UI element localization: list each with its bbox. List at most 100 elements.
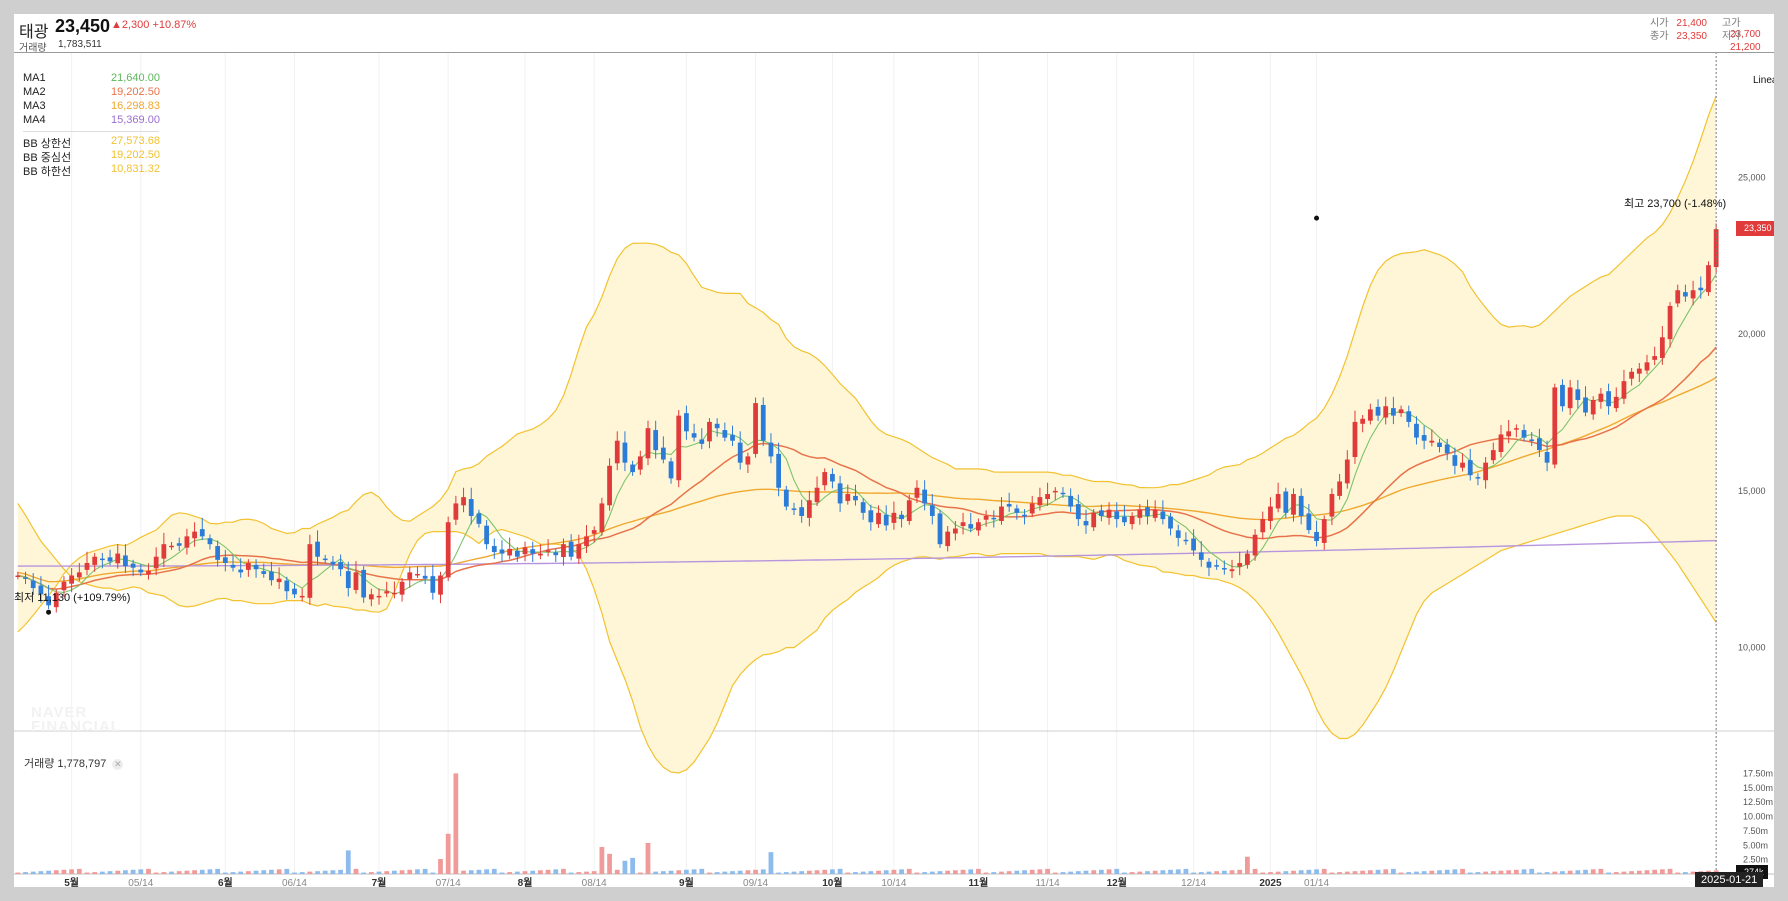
chart-panel: 10,000 15,000 20,000 25,000 2.50m 5.00m 7.50m 1… — [14, 14, 1774, 887]
volume-bar — [284, 868, 290, 874]
volume-bar — [576, 872, 582, 874]
candle-body — [883, 514, 889, 526]
volume-bar — [1291, 870, 1296, 874]
volume-bar — [1475, 872, 1481, 874]
candle-body — [422, 575, 428, 579]
volume-bar — [1444, 869, 1450, 874]
candle-body — [614, 440, 620, 464]
legend-ma4[interactable]: MA4 15,369.00 — [23, 114, 163, 128]
volume-bar — [161, 872, 167, 874]
volume-bar — [1114, 868, 1120, 874]
volume-bar — [1598, 868, 1604, 874]
volume-bar — [1337, 872, 1342, 874]
candle-body — [660, 447, 666, 460]
scale-mode-dropdown[interactable]: Linear⌄ — [1753, 75, 1774, 86]
candle-body — [622, 442, 628, 463]
candle-body — [522, 547, 528, 555]
volume-bar — [222, 872, 228, 874]
candle-body — [937, 513, 943, 545]
candle-body — [276, 578, 282, 583]
candle-body — [1437, 442, 1442, 447]
candle-body — [1022, 514, 1027, 517]
volume-bar — [522, 871, 528, 874]
volume-bar — [1398, 872, 1404, 874]
candle-body — [730, 435, 735, 441]
volume-bar — [676, 870, 682, 874]
volume-bar — [253, 870, 259, 874]
candle-body — [1083, 520, 1089, 526]
candle-body — [1221, 568, 1227, 570]
candle-body — [791, 508, 797, 510]
candle-body — [1183, 539, 1189, 542]
volume-bar — [899, 869, 904, 874]
volume-bar — [99, 871, 105, 874]
candle-body — [1037, 497, 1043, 506]
high-annotation: 최고 23,700 (-1.48%) — [1624, 198, 1727, 210]
volume-bar — [1214, 871, 1220, 874]
candle-body — [1321, 519, 1327, 543]
candle-body — [1229, 569, 1235, 572]
volume-bar — [153, 872, 159, 874]
volume-bar — [322, 870, 328, 874]
volume-bar — [384, 871, 390, 874]
candle-body — [184, 536, 190, 548]
candle-body — [1498, 434, 1504, 453]
candle-body — [430, 576, 436, 593]
candle-body — [269, 571, 274, 581]
candle-body — [1590, 399, 1596, 415]
candle-body — [76, 572, 82, 578]
candle-body — [1483, 462, 1488, 481]
x-tick-label: 5월 — [64, 877, 79, 887]
legend-bb-lower[interactable]: BB 하한선 10,831.32 — [23, 163, 163, 178]
volume-bar — [822, 869, 828, 874]
candle-body — [860, 502, 866, 513]
legend-ma3[interactable]: MA3 16,298.83 — [23, 100, 163, 114]
volume-bar — [1344, 871, 1350, 874]
close-icon[interactable]: ✕ — [112, 759, 124, 770]
volume-bar — [591, 871, 597, 874]
volume-bar — [230, 872, 236, 874]
volume-bar — [1352, 871, 1358, 874]
volume-bar — [76, 868, 82, 874]
legend-ma2[interactable]: MA2 19,202.50 — [23, 86, 163, 100]
volume-bar — [53, 870, 59, 874]
candle-body — [876, 512, 881, 525]
volume-bar — [999, 871, 1004, 874]
high-marker — [1314, 215, 1320, 221]
legend-bb-upper[interactable]: BB 상한선 27,573.68 — [23, 135, 163, 150]
candle-body — [960, 522, 966, 526]
candle-body — [830, 473, 835, 482]
candle-body — [1114, 511, 1120, 520]
volume-bar — [215, 868, 221, 874]
volume-bar — [476, 869, 482, 874]
candle-body — [1275, 494, 1281, 509]
candle-body — [983, 515, 989, 520]
volume-bar — [837, 868, 843, 874]
volume-bar — [684, 869, 689, 874]
legend-bb-middle[interactable]: BB 중심선 19,202.50 — [23, 149, 163, 164]
price-chart[interactable]: 10,000 15,000 20,000 25,000 2.50m 5.00m 7.50m 1… — [14, 14, 1774, 887]
low-annotation: 최저 11,130 (+109.79%) — [14, 592, 131, 604]
candle-body — [691, 433, 697, 438]
candle-body — [322, 558, 328, 561]
legend-value: 27,573.68 — [111, 135, 160, 147]
legend-ma1[interactable]: MA1 21,640.00 — [23, 72, 163, 86]
candle-body — [23, 577, 28, 579]
volume-bar — [1659, 869, 1665, 874]
volume-bar — [392, 870, 397, 874]
candle-body — [576, 544, 582, 559]
volume-bar — [453, 773, 459, 874]
volume-bar — [791, 871, 797, 874]
volume-bar — [783, 872, 789, 874]
candle-body — [952, 528, 958, 534]
volume-bar — [1298, 870, 1304, 874]
volume-bar — [1613, 872, 1619, 874]
candle-body — [1598, 393, 1604, 402]
volume-bar — [991, 872, 997, 874]
x-tick-label: 12월 — [1107, 877, 1127, 887]
candle-body — [238, 569, 244, 573]
candle-body — [253, 564, 259, 570]
candle-body — [1291, 494, 1296, 515]
current-price-tag: 23,350 — [1736, 221, 1774, 236]
candle-body — [1460, 462, 1465, 468]
